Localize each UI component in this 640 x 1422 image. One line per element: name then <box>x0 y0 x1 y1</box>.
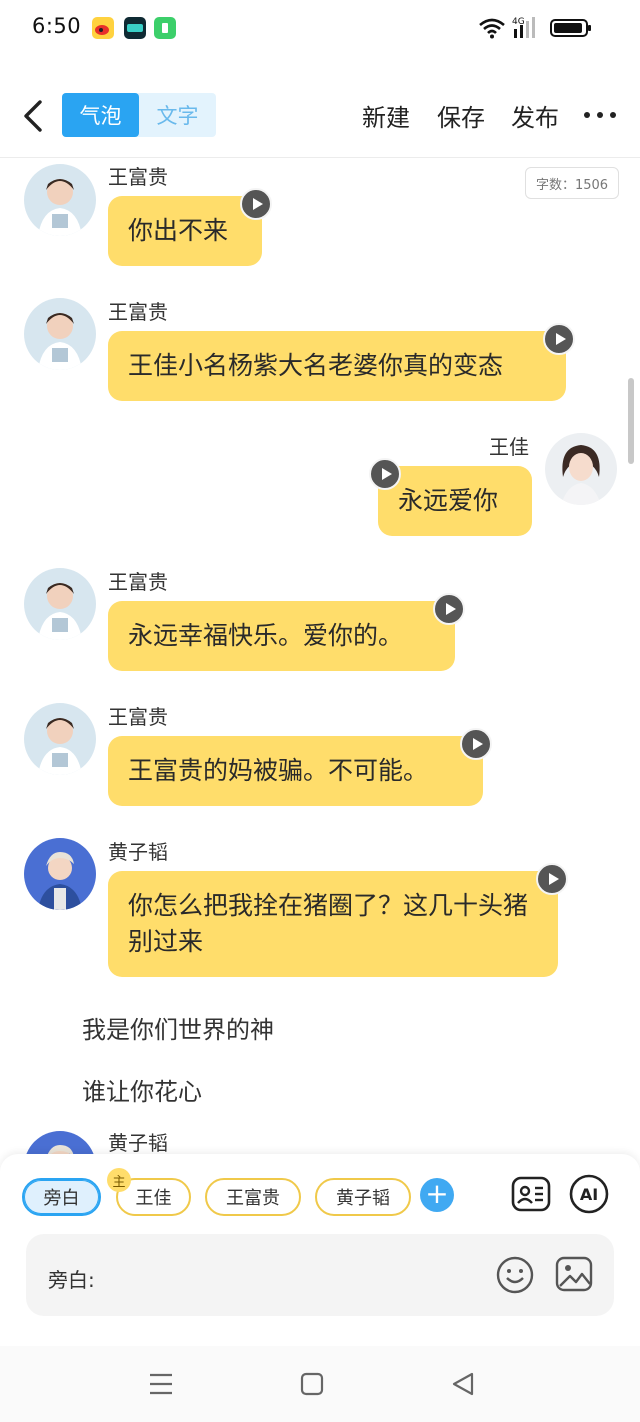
signal-icon: 4G <box>512 15 542 43</box>
sender-name: 王佳 <box>489 435 529 459</box>
ai-icon: AI <box>569 1174 609 1214</box>
voice-play-icon[interactable] <box>543 323 575 355</box>
message-input[interactable] <box>106 1256 486 1296</box>
recent-apps-button[interactable] <box>146 1370 176 1398</box>
char-count-badge: 字数：1506 <box>525 167 619 199</box>
weibo-app-icon <box>92 17 114 39</box>
voice-play-icon[interactable] <box>536 863 568 895</box>
role-chip-wangfugui[interactable]: 王富贵 <box>205 1178 301 1216</box>
more-dot <box>597 112 603 118</box>
host-badge: 主 <box>107 1168 131 1192</box>
role-chip-narrator[interactable]: 旁白 <box>22 1178 101 1216</box>
emoji-button[interactable] <box>496 1256 534 1294</box>
status-time: 6:50 <box>32 14 82 38</box>
sender-name: 王富贵 <box>108 300 168 324</box>
sender-name: 王富贵 <box>108 705 168 729</box>
image-icon <box>555 1256 593 1292</box>
editor-header: 气泡 文字 新建 保存 发布 <box>0 88 640 144</box>
more-dot <box>584 112 590 118</box>
avatar-wangfugui[interactable] <box>24 568 96 640</box>
save-button[interactable]: 保存 <box>437 98 485 133</box>
system-nav-bar <box>0 1346 640 1422</box>
voice-play-icon[interactable] <box>369 458 401 490</box>
wifi-icon <box>478 17 506 43</box>
message-bubble[interactable]: 王佳小名杨紫大名老婆你真的变态 <box>108 331 566 401</box>
role-card-button[interactable] <box>511 1174 551 1214</box>
role-chip-huangzitao[interactable]: 黄子韬 <box>315 1178 411 1216</box>
home-square-icon <box>300 1372 324 1396</box>
narration-text[interactable]: 我是你们世界的神 <box>82 1010 274 1045</box>
battery-icon <box>550 19 591 37</box>
compose-box: 旁白: <box>26 1234 614 1316</box>
narration-text[interactable]: 谁让你花心 <box>82 1072 202 1107</box>
smiley-icon <box>496 1256 534 1294</box>
message-bubble[interactable]: 永远爱你 <box>378 466 532 536</box>
sender-name: 黄子韬 <box>108 840 168 864</box>
compose-panel: 旁白 王佳 主 王富贵 黄子韬 + AI 旁白: <box>0 1154 640 1346</box>
voice-play-icon[interactable] <box>433 593 465 625</box>
back-button[interactable] <box>16 96 52 136</box>
message-bubble[interactable]: 你怎么把我拴在猪圈了？这几十头猪别过来 <box>108 871 558 977</box>
contact-card-icon <box>511 1176 551 1212</box>
image-button[interactable] <box>554 1254 594 1294</box>
input-role-prefix: 旁白: <box>48 1268 95 1292</box>
message-bubble[interactable]: 永远幸福快乐。爱你的。 <box>108 601 455 671</box>
avatar-wangjia[interactable] <box>545 433 617 505</box>
sender-name: 王富贵 <box>108 570 168 594</box>
green-app-icon <box>154 17 176 39</box>
system-back-button[interactable] <box>448 1370 478 1398</box>
home-button[interactable] <box>297 1370 327 1398</box>
chevron-left-icon <box>24 100 42 132</box>
avatar-wangfugui[interactable] <box>24 164 96 236</box>
menu-icon <box>150 1373 172 1395</box>
more-dot <box>610 112 616 118</box>
battery-level <box>554 23 582 33</box>
svg-text:AI: AI <box>580 1185 598 1204</box>
voice-play-icon[interactable] <box>240 188 272 220</box>
avatar-wangfugui[interactable] <box>24 703 96 775</box>
scrollbar-thumb[interactable] <box>628 378 634 464</box>
message-bubble[interactable]: 王富贵的妈被骗。不可能。 <box>108 736 483 806</box>
voice-play-icon[interactable] <box>460 728 492 760</box>
mode-toggle: 气泡 文字 <box>62 93 216 137</box>
sender-name: 王富贵 <box>108 165 168 189</box>
avatar-wangfugui[interactable] <box>24 298 96 370</box>
message-bubble[interactable]: 你出不来 <box>108 196 262 266</box>
tab-bubble[interactable]: 气泡 <box>62 93 139 137</box>
more-button[interactable] <box>584 100 616 130</box>
publish-button[interactable]: 发布 <box>511 98 559 133</box>
soul-app-icon <box>124 17 146 39</box>
tab-text[interactable]: 文字 <box>139 93 216 137</box>
header-divider <box>0 157 640 158</box>
sender-name: 黄子韬 <box>108 1131 168 1155</box>
avatar-huangzitao[interactable] <box>24 838 96 910</box>
status-bar: 6:50 4G <box>0 0 640 58</box>
new-button[interactable]: 新建 <box>362 98 410 133</box>
ai-button[interactable]: AI <box>569 1174 609 1214</box>
add-role-button[interactable]: + <box>420 1178 454 1212</box>
back-triangle-icon <box>452 1372 474 1396</box>
